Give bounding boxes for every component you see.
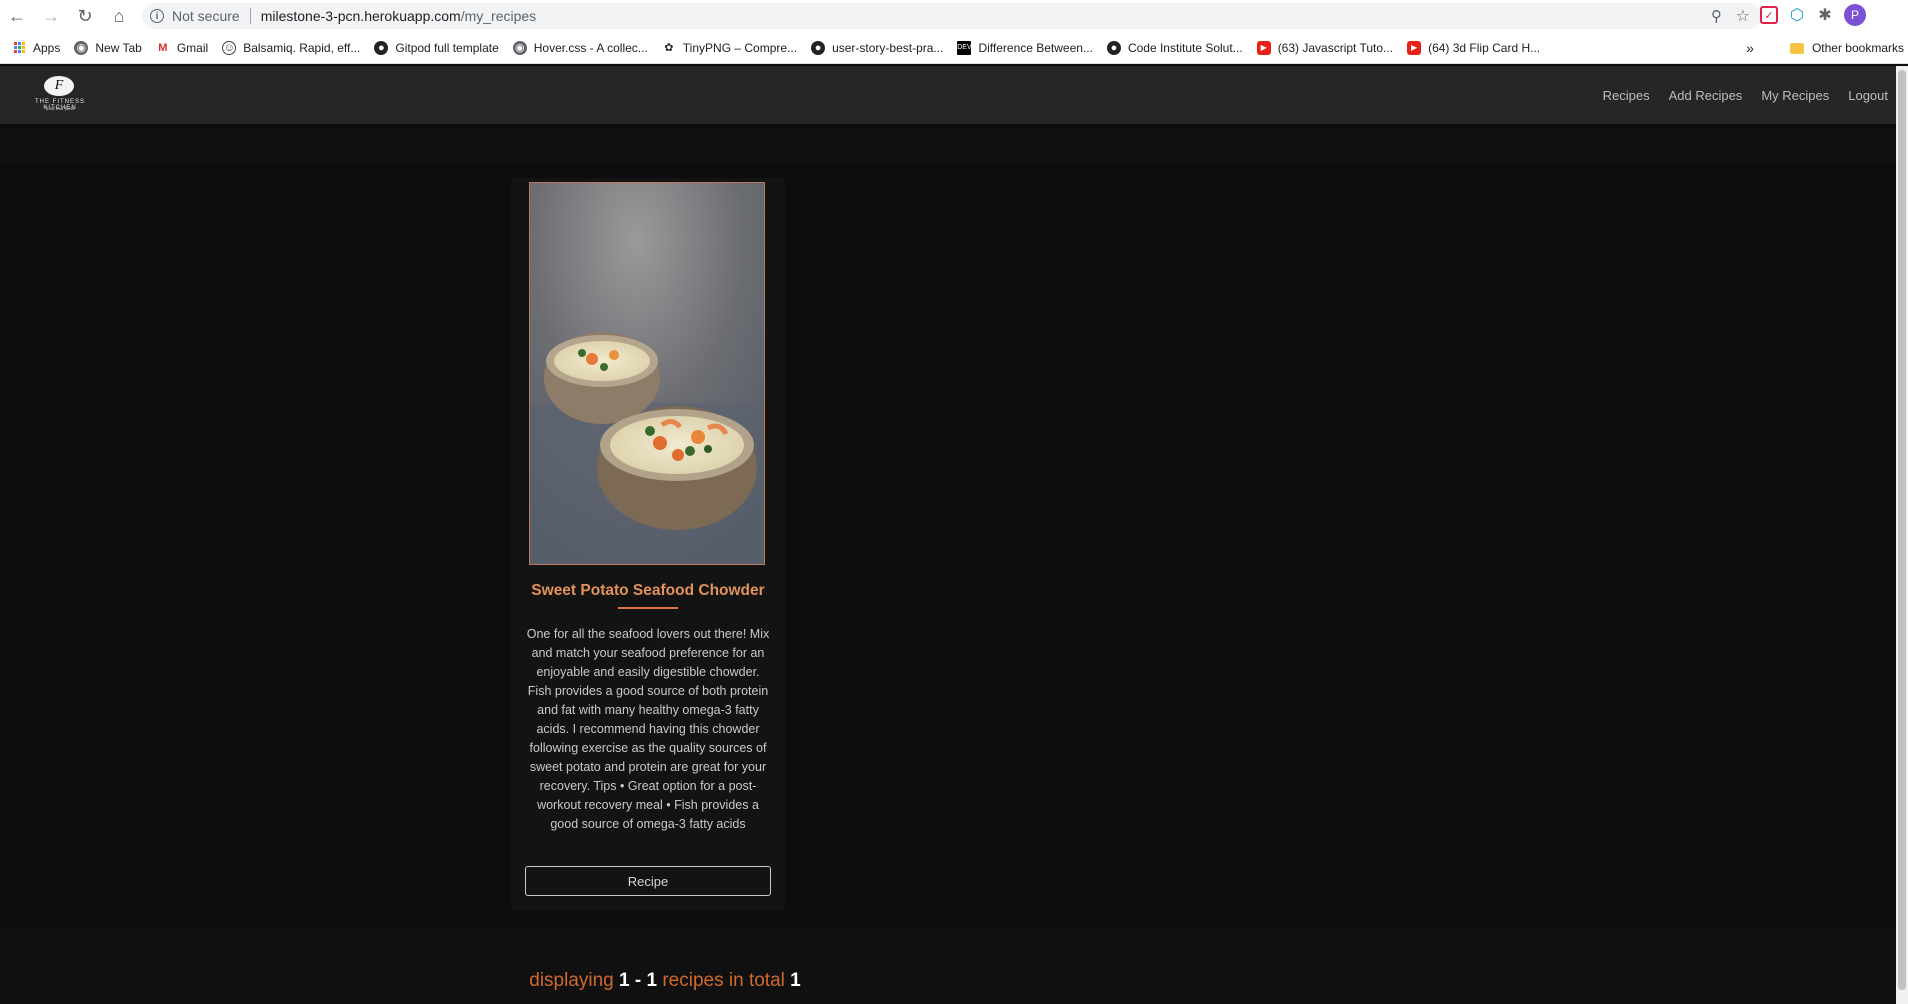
panda-icon: ✿ — [664, 42, 674, 54]
address-bar[interactable]: i Not secure milestone-3-pcn.herokuapp.c… — [142, 3, 1762, 29]
globe-icon: ◉ — [74, 40, 89, 55]
pagination-start: 1 — [619, 970, 630, 991]
folder-icon — [1789, 42, 1804, 54]
security-label: Not secure — [172, 8, 240, 24]
title-underline — [618, 607, 678, 609]
bookmark-label: Hover.css - A collec... — [533, 40, 648, 55]
bookmark-label: Gmail — [176, 40, 209, 55]
main-content — [0, 162, 1908, 927]
apps-grid-icon — [14, 42, 25, 53]
youtube-icon: ▶ — [1407, 40, 1422, 55]
scrollbar[interactable] — [1896, 66, 1908, 1004]
other-bookmarks[interactable]: Other bookmarks — [1789, 41, 1904, 55]
browser-toolbar: ← → ↻ ⌂ i Not secure milestone-3-pcn.her… — [0, 0, 1908, 32]
divider — [249, 8, 251, 24]
reload-icon[interactable]: ↻ — [68, 0, 102, 32]
pagination-prefix: displaying — [529, 970, 614, 991]
zoom-icon[interactable]: ⚲ — [1711, 7, 1722, 25]
nav-recipes[interactable]: Recipes — [1603, 88, 1650, 103]
bookmark-label: Gitpod full template — [395, 40, 499, 55]
pagination-dash: - — [634, 970, 642, 991]
globe-icon: ◉ — [512, 40, 527, 55]
bookmark-gmail[interactable]: M Gmail — [156, 41, 208, 55]
bookmark-label: Balsamiq. Rapid, eff... — [243, 40, 361, 55]
bookmark-apps[interactable]: Apps — [14, 41, 60, 55]
recipe-description: One for all the seafood lovers out there… — [526, 627, 770, 831]
github-icon: ● — [374, 40, 389, 55]
bookmark-tinypng[interactable]: ✿ TinyPNG – Compre... — [662, 41, 797, 55]
bookmark-label: Apps — [33, 40, 61, 55]
url-host: milestone-3-pcn.herokuapp.com — [260, 8, 461, 24]
chowder-photo — [530, 183, 764, 564]
logo-mark: F — [44, 76, 74, 96]
github-icon: ● — [1106, 40, 1121, 55]
pagination-total: 1 — [790, 970, 801, 991]
bookmarks-right: » Other bookmarks — [1746, 32, 1908, 64]
bookmark-hover-css[interactable]: ◉ Hover.css - A collec... — [512, 40, 648, 55]
profile-avatar[interactable]: P — [1844, 4, 1866, 26]
forward-arrow-icon[interactable]: → — [34, 0, 68, 32]
pagination-middle: recipes in total — [662, 970, 785, 991]
recipe-card: Sweet Potato Seafood Chowder One for all… — [511, 178, 785, 910]
pagination-end: 1 — [646, 970, 658, 991]
recipe-title: Sweet Potato Seafood Chowder — [531, 582, 765, 599]
info-icon[interactable]: i — [150, 9, 164, 23]
bookmark-gitpod[interactable]: ● Gitpod full template — [374, 40, 499, 55]
youtube-icon: ▶ — [1256, 40, 1271, 55]
bookmark-flip-card[interactable]: ▶ (64) 3d Flip Card H... — [1407, 40, 1541, 55]
balsamiq-icon: ☺ — [222, 40, 237, 55]
bookmark-label: Difference Between... — [978, 40, 1093, 55]
github-icon: ● — [811, 40, 826, 55]
bookmark-label: Code Institute Solut... — [1127, 40, 1243, 55]
logo-tagline: food that fuels — [45, 107, 75, 112]
nav-add-recipes[interactable]: Add Recipes — [1669, 88, 1743, 103]
bookmark-user-story[interactable]: ● user-story-best-pra... — [811, 40, 944, 55]
bookmark-code-institute[interactable]: ● Code Institute Solut... — [1106, 40, 1243, 55]
pocket-extension-icon[interactable]: ✓ — [1760, 6, 1778, 24]
home-icon[interactable]: ⌂ — [102, 0, 136, 32]
bookmark-difference[interactable]: DEV Difference Between... — [957, 40, 1093, 55]
bookmark-javascript-tutorial[interactable]: ▶ (63) Javascript Tuto... — [1256, 40, 1394, 55]
view-recipe-button[interactable]: Recipe — [525, 866, 771, 896]
other-bookmarks-label: Other bookmarks — [1811, 41, 1904, 55]
bookmark-label: TinyPNG – Compre... — [682, 40, 798, 55]
shield-extension-icon[interactable]: ⬡ — [1788, 6, 1806, 24]
back-arrow-icon[interactable]: ← — [0, 0, 34, 32]
url-path: /my_recipes — [460, 8, 537, 24]
recipe-image — [529, 182, 765, 565]
nav-logout[interactable]: Logout — [1848, 88, 1888, 103]
extensions-area: ✓ ⬡ ✱ P — [1760, 4, 1866, 26]
nav-links: Recipes Add Recipes My Recipes Logout — [1584, 66, 1888, 124]
bookmark-label: user-story-best-pra... — [832, 40, 944, 55]
bookmark-balsamiq[interactable]: ☺ Balsamiq. Rapid, eff... — [222, 40, 361, 55]
extensions-puzzle-icon[interactable]: ✱ — [1816, 6, 1834, 24]
bookmark-label: New Tab — [95, 40, 142, 55]
site-navbar: F THE FITNESS KITCHEN food that fuels Re… — [0, 66, 1908, 124]
dev-icon: DEV — [957, 40, 972, 55]
site-logo[interactable]: F THE FITNESS KITCHEN food that fuels — [18, 76, 102, 114]
pagination-info: displaying 1 - 1 recipes in total 1 — [0, 970, 1330, 992]
nav-my-recipes[interactable]: My Recipes — [1761, 88, 1829, 103]
bookmark-new-tab[interactable]: ◉ New Tab — [74, 40, 142, 55]
gmail-icon: M — [158, 41, 168, 54]
more-bookmarks-chevron-icon[interactable]: » — [1746, 40, 1754, 56]
bookmarks-bar: Apps ◉ New Tab M Gmail ☺ Balsamiq. Rapid… — [0, 32, 1908, 64]
bookmark-star-icon[interactable]: ☆ — [1736, 6, 1750, 26]
bookmark-label: (63) Javascript Tuto... — [1277, 40, 1394, 55]
scrollbar-thumb[interactable] — [1898, 70, 1906, 990]
bookmark-label: (64) 3d Flip Card H... — [1428, 40, 1541, 55]
